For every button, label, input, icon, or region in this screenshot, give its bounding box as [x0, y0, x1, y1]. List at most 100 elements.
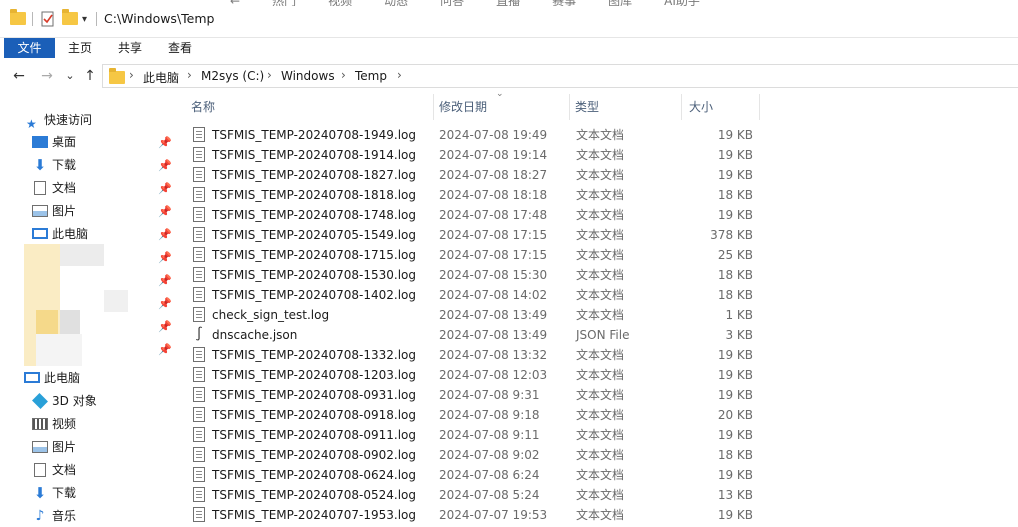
file-name-cell: TSFMIS_TEMP-20240708-0931.log: [193, 385, 416, 405]
pin-icon[interactable]: 📌: [158, 136, 172, 149]
column-header-name[interactable]: 名称: [183, 98, 433, 116]
pin-icon[interactable]: 📌: [158, 205, 172, 218]
table-row[interactable]: TSFMIS_TEMP-20240708-1914.log 2024-07-08 …: [183, 145, 1018, 165]
up-arrow-icon[interactable]: ↑: [82, 67, 98, 85]
file-modified-date: 2024-07-08 5:24: [439, 488, 540, 502]
pin-icon[interactable]: 📌: [158, 297, 172, 310]
table-row[interactable]: TSFMIS_TEMP-20240708-1402.log 2024-07-08 …: [183, 285, 1018, 305]
recent-locations-icon[interactable]: ⌄: [62, 67, 78, 85]
file-modified-date: 2024-07-08 19:49: [439, 128, 548, 142]
computer-icon: [24, 372, 40, 383]
back-arrow-icon[interactable]: ←: [11, 67, 27, 85]
table-row[interactable]: TSFMIS_TEMP-20240708-0918.log 2024-07-08 …: [183, 405, 1018, 425]
document-icon: [34, 180, 46, 195]
folder-icon: [10, 9, 26, 28]
file-modified-date: 2024-07-08 19:14: [439, 148, 548, 162]
table-row[interactable]: TSFMIS_TEMP-20240708-1332.log 2024-07-08 …: [183, 345, 1018, 365]
chevron-right-icon[interactable]: ›: [341, 68, 346, 82]
file-name: TSFMIS_TEMP-20240708-0918.log: [212, 408, 416, 422]
file-name-cell: TSFMIS_TEMP-20240708-0902.log: [193, 445, 416, 465]
tab-share[interactable]: 共享: [106, 38, 154, 58]
column-header-type[interactable]: 类型: [567, 98, 679, 116]
pin-icon[interactable]: 📌: [158, 228, 172, 241]
file-type: 文本文档: [576, 428, 625, 442]
folder-icon: [109, 68, 125, 84]
sidebar-item-music[interactable]: ♪ 音乐: [32, 505, 76, 527]
sidebar-item-quick-access[interactable]: ★ 快速访问: [26, 109, 92, 131]
table-row[interactable]: TSFMIS_TEMP-20240708-1818.log 2024-07-08 …: [183, 185, 1018, 205]
table-row[interactable]: TSFMIS_TEMP-20240708-0911.log 2024-07-08 …: [183, 425, 1018, 445]
table-row[interactable]: TSFMIS_TEMP-20240708-1715.log 2024-07-08 …: [183, 245, 1018, 265]
breadcrumb-windows[interactable]: Windows: [281, 69, 335, 83]
pin-icon[interactable]: 📌: [158, 251, 172, 264]
sidebar-item-downloads[interactable]: ⬇ 下载: [32, 154, 76, 176]
text-file-icon: [193, 127, 205, 142]
sidebar-item-pictures-pc[interactable]: 图片: [32, 436, 76, 458]
pin-icon[interactable]: 📌: [158, 182, 172, 195]
forward-arrow-icon[interactable]: →: [39, 67, 55, 85]
sidebar-item-this-pc-pinned[interactable]: 此电脑: [32, 223, 88, 245]
breadcrumb-this-pc[interactable]: 此电脑: [143, 69, 179, 86]
sidebar-item-label: 图片: [52, 440, 77, 454]
file-name: TSFMIS_TEMP-20240708-0524.log: [212, 488, 416, 502]
table-row[interactable]: TSFMIS_TEMP-20240708-1748.log 2024-07-08 …: [183, 205, 1018, 225]
properties-icon[interactable]: [40, 10, 56, 28]
ribbon-tabs: 文件 主页 共享 查看: [0, 38, 1018, 58]
file-size: 19 KB: [717, 168, 753, 182]
table-row[interactable]: TSFMIS_TEMP-20240707-1953.log 2024-07-07 …: [183, 505, 1018, 525]
sidebar-item-documents[interactable]: 文档: [32, 177, 76, 199]
sidebar-item-videos[interactable]: 视频: [32, 413, 76, 435]
file-name: TSFMIS_TEMP-20240708-1827.log: [212, 168, 416, 182]
file-name-cell: check_sign_test.log: [193, 305, 329, 325]
column-header-size[interactable]: 大小: [681, 98, 757, 116]
table-row[interactable]: TSFMIS_TEMP-20240705-1549.log 2024-07-08 …: [183, 225, 1018, 245]
new-folder-icon[interactable]: [62, 9, 78, 28]
sidebar-item-documents-pc[interactable]: 文档: [32, 459, 76, 481]
file-name-cell: TSFMIS_TEMP-20240708-1402.log: [193, 285, 416, 305]
file-modified-date: 2024-07-08 17:15: [439, 248, 548, 262]
table-row[interactable]: ∫ dnscache.json 2024-07-08 13:49 JSON File 3…: [183, 325, 1018, 345]
file-name-cell: TSFMIS_TEMP-20240708-1203.log: [193, 365, 416, 385]
text-file-icon: [193, 227, 205, 242]
computer-icon: [32, 228, 48, 239]
table-row[interactable]: TSFMIS_TEMP-20240708-0624.log 2024-07-08 …: [183, 465, 1018, 485]
breadcrumb-drive[interactable]: M2sys (C:): [201, 69, 264, 83]
tab-home[interactable]: 主页: [56, 38, 104, 58]
chevron-right-icon[interactable]: ›: [267, 68, 272, 82]
table-row[interactable]: TSFMIS_TEMP-20240708-1827.log 2024-07-08 …: [183, 165, 1018, 185]
tab-view[interactable]: 查看: [156, 38, 204, 58]
table-row[interactable]: TSFMIS_TEMP-20240708-0902.log 2024-07-08 …: [183, 445, 1018, 465]
window-title: C:\Windows\Temp: [104, 11, 215, 26]
table-row[interactable]: TSFMIS_TEMP-20240708-1530.log 2024-07-08 …: [183, 265, 1018, 285]
sidebar-item-pictures[interactable]: 图片: [32, 200, 76, 222]
table-row[interactable]: TSFMIS_TEMP-20240708-0931.log 2024-07-08 …: [183, 385, 1018, 405]
sidebar-item-downloads-pc[interactable]: ⬇ 下载: [32, 482, 76, 504]
breadcrumb-temp[interactable]: Temp: [355, 69, 387, 83]
customize-toolbar-icon[interactable]: ▾: [82, 14, 87, 32]
file-name: TSFMIS_TEMP-20240708-1332.log: [212, 348, 416, 362]
sidebar-item-this-pc[interactable]: 此电脑: [24, 367, 80, 389]
file-name-cell: TSFMIS_TEMP-20240708-0524.log: [193, 485, 416, 505]
address-bar[interactable]: › 此电脑 › M2sys (C:) › Windows › Temp ›: [102, 64, 1018, 88]
pin-icon[interactable]: 📌: [158, 320, 172, 333]
column-header-date[interactable]: 修改日期: [431, 98, 567, 116]
chevron-right-icon[interactable]: ›: [129, 68, 134, 82]
file-modified-date: 2024-07-07 19:53: [439, 508, 548, 522]
pin-icon[interactable]: 📌: [158, 343, 172, 356]
table-row[interactable]: TSFMIS_TEMP-20240708-1203.log 2024-07-08 …: [183, 365, 1018, 385]
background-window-text: 动态: [384, 0, 408, 6]
chevron-right-icon[interactable]: ›: [397, 68, 402, 82]
table-row[interactable]: TSFMIS_TEMP-20240708-1949.log 2024-07-08 …: [183, 125, 1018, 145]
sidebar-item-desktop[interactable]: 桌面: [32, 131, 76, 153]
chevron-right-icon[interactable]: ›: [187, 68, 192, 82]
file-size: 18 KB: [717, 268, 753, 282]
sidebar-item-label: 此电脑: [52, 227, 89, 241]
desktop-icon: [32, 135, 48, 148]
sidebar-item-3d-objects[interactable]: 3D 对象: [32, 390, 97, 412]
tab-file[interactable]: 文件: [4, 38, 55, 58]
table-row[interactable]: check_sign_test.log 2024-07-08 13:49 文本文档 1…: [183, 305, 1018, 325]
column-resize-handle[interactable]: [759, 94, 760, 120]
table-row[interactable]: TSFMIS_TEMP-20240708-0524.log 2024-07-08 …: [183, 485, 1018, 505]
pin-icon[interactable]: 📌: [158, 159, 172, 172]
pin-icon[interactable]: 📌: [158, 274, 172, 287]
